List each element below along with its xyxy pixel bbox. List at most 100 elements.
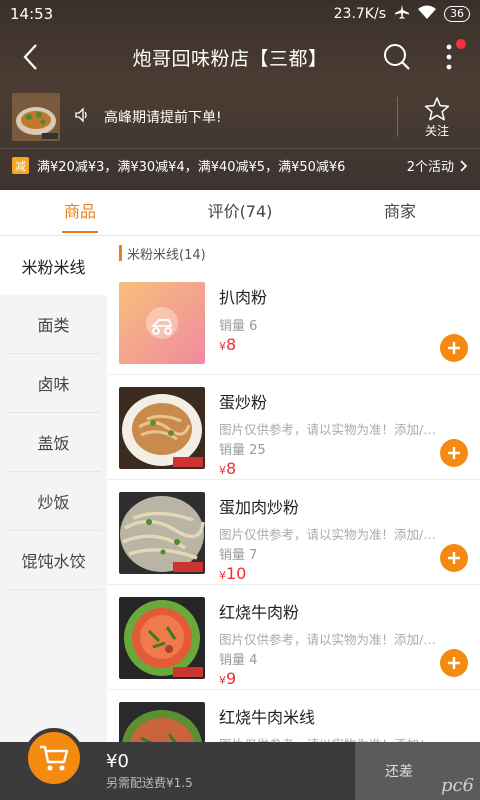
product-item[interactable]: 扒肉粉 销量 6 ¥8 [107,270,480,375]
price-value: 8 [226,335,237,354]
notification-dot [456,39,466,49]
currency-symbol: ¥ [219,674,226,687]
product-name: 红烧牛肉米线 [219,708,316,727]
status-bar: 14:53 23.7K/s 36 [0,0,480,28]
cart-button[interactable] [24,728,84,788]
tab-reviews[interactable]: 评价(74) [160,190,320,235]
speaker-icon [74,107,90,127]
shop-logo [12,93,60,141]
product-sales: 销量 6 [219,319,258,334]
chevron-right-icon [460,159,468,172]
follow-button[interactable]: 关注 [420,96,454,139]
shop-info-row: 高峰期请提前下单! 关注 [0,86,480,148]
checkout-button[interactable]: 还差 pc6 [355,742,480,800]
nav-bar: 炮哥回味粉店【三都】 [0,28,480,86]
currency-symbol: ¥ [219,340,226,353]
sidebar-item-fried-rice[interactable]: 炒饭 [6,472,101,531]
product-name: 蛋炒粉 [219,393,268,412]
product-list: 米粉米线(14) 扒肉粉 销量 6 ¥8 蛋炒粉 图片仅供参考，请以实物为准！添… [107,236,480,742]
search-button[interactable] [380,37,414,77]
product-info: 蛋炒粉 图片仅供参考，请以实物为准！添加/减... 销量 25 ¥8 [219,387,468,479]
price-value: 10 [226,564,247,583]
product-image [119,597,205,679]
follow-label: 关注 [424,123,449,138]
product-item[interactable]: 蛋加肉炒粉 图片仅供参考，请以实物为准！添加/减... 销量 7 ¥10 [107,480,480,585]
product-info: 蛋加肉炒粉 图片仅供参考，请以实物为准！添加/减... 销量 7 ¥10 [219,492,468,584]
sidebar-item-dumplings[interactable]: 馄饨水饺 [6,531,101,590]
product-image [119,492,205,574]
search-icon [384,44,410,70]
delivery-fee-note: 另需配送费¥1.5 [106,776,193,790]
product-desc: 图片仅供参考，请以实物为准！添加/减... [219,527,447,542]
section-marker [119,245,122,261]
nav-actions [380,37,480,77]
product-item[interactable]: 蛋炒粉 图片仅供参考，请以实物为准！添加/减... 销量 25 ¥8 [107,375,480,480]
discount-badge: 减 [12,157,29,174]
product-item[interactable]: 红烧牛肉米线 图片仅供参考，请以实物为准！添加/减... [107,690,480,742]
sidebar-item-rice-bowls[interactable]: 盖饭 [6,413,101,472]
status-time: 14:53 [10,5,54,23]
price-value: 9 [226,669,237,688]
cart-bar: ¥0 另需配送费¥1.5 还差 pc6 [0,728,480,800]
shop-title: 炮哥回味粉店【三都】 [132,47,328,70]
product-name: 蛋加肉炒粉 [219,498,300,517]
product-info: 红烧牛肉米线 图片仅供参考，请以实物为准！添加/减... [219,702,468,742]
add-to-cart-button[interactable] [440,439,468,467]
add-to-cart-button[interactable] [440,544,468,572]
product-info: 红烧牛肉粉 图片仅供参考，请以实物为准！添加/减... 销量 4 ¥9 [219,597,468,689]
product-price: ¥8 [219,335,468,354]
tab-merchant[interactable]: 商家 [320,190,480,235]
more-button[interactable] [432,37,466,77]
network-speed: 23.7K/s [333,6,386,22]
battery-icon: 36 [444,6,470,22]
cart-info: ¥0 另需配送费¥1.5 [106,751,355,791]
product-price: ¥8 [219,459,468,478]
promo-text: 满¥20减¥3，满¥30减¥4，满¥40减¥5，满¥50减¥6 [37,160,346,175]
more-vertical-icon [446,44,452,70]
product-image [119,282,205,364]
product-name: 扒肉粉 [219,288,268,307]
product-price: ¥9 [219,669,468,688]
tab-products[interactable]: 商品 [0,190,160,235]
cart-total: ¥0 [106,751,129,772]
category-sidebar: 米粉米线 面类 卤味 盖饭 炒饭 馄饨水饺 [0,236,107,742]
add-to-cart-button[interactable] [440,334,468,362]
status-right: 23.7K/s 36 [334,5,470,23]
product-desc: 图片仅供参考，请以实物为准！添加/减... [219,422,447,437]
price-value: 8 [226,459,237,478]
plus-icon [448,657,460,669]
sidebar-item-braised[interactable]: 卤味 [6,354,101,413]
sidebar-item-noodles[interactable]: 面类 [6,295,101,354]
promo-row[interactable]: 减 满¥20减¥3，满¥30减¥4，满¥40减¥5，满¥50减¥6 2个活动 [0,148,480,182]
plus-icon [448,447,460,459]
product-image [119,387,205,469]
watermark-logo: pc6 [440,775,474,796]
section-header: 米粉米线(14) [107,236,480,270]
product-sales: 销量 25 [219,443,266,458]
checkout-label: 还差 [385,764,413,780]
add-to-cart-button[interactable] [440,649,468,677]
product-sales: 销量 4 [219,653,258,668]
plus-icon [448,342,460,354]
product-desc: 图片仅供参考，请以实物为准！添加/减... [219,734,447,742]
divider [397,97,398,137]
promo-more-button[interactable]: 2个活动 [407,156,468,175]
chevron-left-icon [23,44,37,70]
sidebar-item-rice-noodles[interactable]: 米粉米线 [0,236,107,295]
airplane-icon [394,5,410,23]
promo-count: 2个活动 [406,160,454,175]
shopping-cart-icon [40,745,69,771]
product-item[interactable]: 红烧牛肉粉 图片仅供参考，请以实物为准！添加/减... 销量 4 ¥9 [107,585,480,690]
shop-notice: 高峰期请提前下单! [104,110,222,126]
back-button[interactable] [0,28,60,86]
product-price: ¥10 [219,564,468,583]
wifi-icon [418,5,436,23]
product-info: 扒肉粉 销量 6 ¥8 [219,282,468,374]
section-title: 米粉米线(14) [127,247,206,263]
product-name: 红烧牛肉粉 [219,603,300,622]
star-icon [424,96,450,120]
product-sales: 销量 7 [219,548,258,563]
product-desc: 图片仅供参考，请以实物为准！添加/减... [219,632,447,647]
currency-symbol: ¥ [219,569,226,582]
product-image [119,702,205,742]
